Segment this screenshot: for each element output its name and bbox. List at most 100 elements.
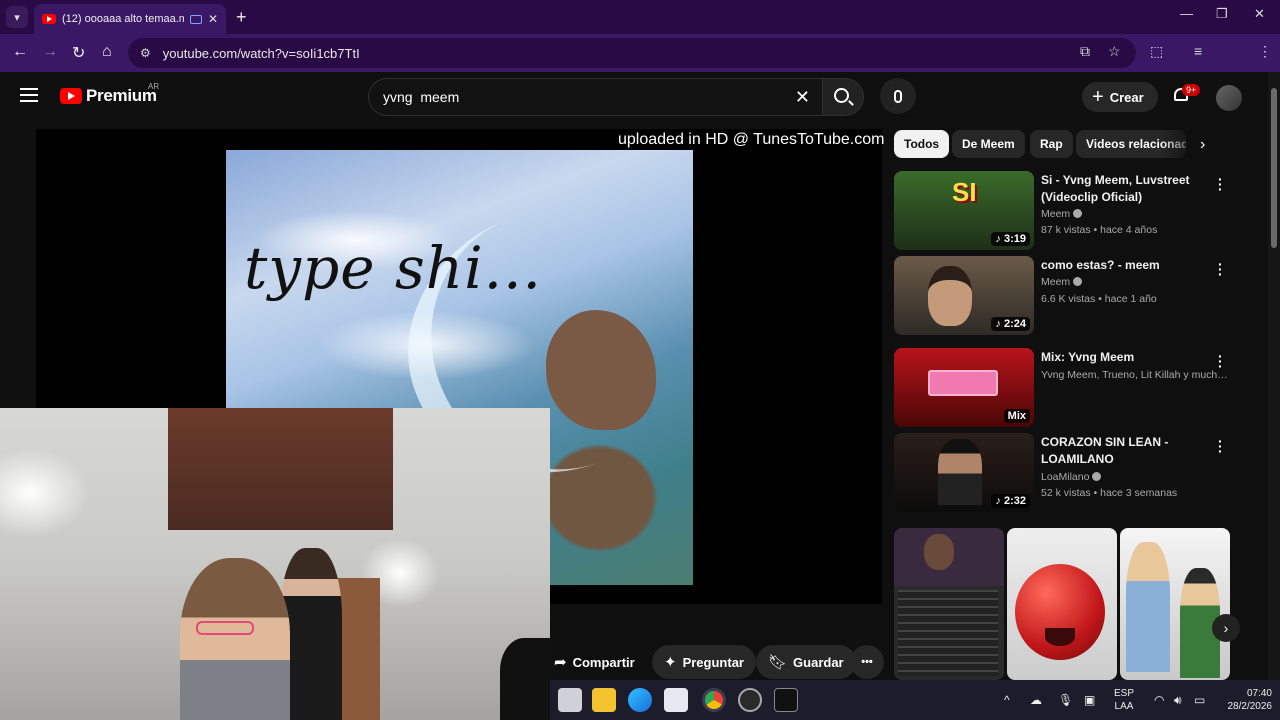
youtube-play-icon: [60, 88, 82, 104]
tab-search-button[interactable]: ▾: [6, 6, 28, 28]
chip-todos[interactable]: Todos: [894, 130, 950, 158]
youtube-favicon-icon: [42, 14, 56, 24]
store-icon[interactable]: [664, 688, 688, 712]
recommendation-item[interactable]: SI ♪ 3:19 Si - Yvng Meem, Luvstreet (Vid…: [894, 171, 1234, 251]
apple-mouth: [1045, 628, 1075, 646]
video-meta: 52 k vistas • hace 3 semanas: [1041, 487, 1178, 499]
minimize-button[interactable]: —: [1180, 6, 1193, 21]
ask-button[interactable]: ✦ Preguntar: [652, 645, 756, 679]
epic-games-icon[interactable]: [774, 688, 798, 712]
back-arrow-icon[interactable]: ←: [12, 43, 28, 61]
duration-badge: ♪ 2:32: [991, 494, 1030, 508]
file-explorer-icon[interactable]: [592, 688, 616, 712]
short-thumbnail[interactable]: [894, 528, 1004, 680]
search-icon: [834, 88, 849, 103]
share-arrow-icon: ➦: [554, 654, 567, 671]
account-avatar[interactable]: [1216, 85, 1242, 111]
thumbnail-face: [928, 266, 972, 326]
thumbnail-person: [938, 439, 982, 505]
chevron-right-icon[interactable]: ›: [1212, 614, 1240, 642]
clock-time: 07:40: [1246, 688, 1272, 699]
browser-tab[interactable]: (12) oooaaa alto temaa.mp ✕: [34, 4, 226, 34]
more-options-icon[interactable]: · · ·: [1218, 172, 1223, 196]
recommendation-item[interactable]: ♪ 2:24 como estas? - meem Meem 6.6 K vis…: [894, 256, 1234, 336]
youtube-logo[interactable]: Premium: [60, 86, 157, 106]
youtube-header: Premium AR yvng meem ✕ + Crear 9+: [0, 72, 1268, 126]
voice-search-button[interactable]: [880, 78, 916, 114]
more-options-icon[interactable]: · · ·: [1218, 349, 1223, 373]
windows-taskbar: ^ ☁ 🎙︎ ▣ ESP LAA ◠ 🔊︎ ▭ 07:40 28/2/2026: [550, 680, 1280, 720]
display-tray-icon[interactable]: ▣: [1084, 693, 1095, 707]
webcam-overlay: [0, 408, 550, 720]
video-thumbnail[interactable]: ♪ 2:24: [894, 256, 1034, 335]
forward-arrow-icon[interactable]: →: [42, 43, 58, 61]
search-input[interactable]: yvng meem ✕: [368, 78, 822, 116]
microphone-tray-icon[interactable]: 🎙︎: [1058, 693, 1073, 707]
cartoon-figure: [1126, 542, 1170, 672]
task-view-icon[interactable]: [558, 688, 582, 712]
tray-chevron-icon[interactable]: ^: [1004, 693, 1010, 707]
address-bar[interactable]: ⚙ youtube.com/watch?v=soIi1cb7TtI: [128, 38, 1136, 68]
page-scrollbar[interactable]: [1268, 72, 1280, 680]
dark-figure: [500, 638, 550, 720]
new-tab-button[interactable]: +: [236, 7, 247, 28]
chevron-right-icon[interactable]: ›: [1200, 136, 1205, 154]
onedrive-icon[interactable]: ☁: [1030, 693, 1042, 707]
maximize-button[interactable]: ❐: [1216, 6, 1228, 22]
media-control-icon[interactable]: ≡: [1194, 43, 1202, 59]
site-info-icon[interactable]: ⚙: [140, 46, 151, 60]
lang-code: ESP: [1114, 688, 1135, 699]
tab-close-icon[interactable]: ✕: [208, 12, 218, 26]
search-button[interactable]: [822, 78, 864, 116]
video-watermark: uploaded in HD @ TunesToTube.com: [618, 131, 885, 148]
url-text: youtube.com/watch?v=soIi1cb7TtI: [162, 45, 360, 61]
menu-icon[interactable]: [20, 88, 38, 102]
country-code: AR: [148, 82, 160, 91]
install-app-icon[interactable]: ⧉: [1080, 43, 1090, 60]
home-icon[interactable]: ⌂: [102, 43, 112, 61]
chip-de-meem[interactable]: De Meem: [952, 130, 1025, 158]
clock[interactable]: 07:40 28/2/2026: [1216, 687, 1273, 713]
logo-text: Premium: [86, 86, 157, 105]
chrome-icon[interactable]: [702, 688, 726, 712]
video-thumbnail[interactable]: Mix: [894, 348, 1034, 427]
share-button[interactable]: ➦ Compartir: [550, 645, 647, 679]
edge-icon[interactable]: [628, 688, 652, 712]
bookmark-icon: 🔖︎: [768, 654, 788, 671]
clear-search-icon[interactable]: ✕: [795, 87, 810, 108]
ask-label: Preguntar: [682, 654, 744, 670]
video-thumbnail[interactable]: SI ♪ 3:19: [894, 171, 1034, 250]
bookmark-star-icon[interactable]: ☆: [1108, 43, 1121, 60]
save-label: Guardar: [793, 654, 844, 670]
browser-menu-icon[interactable]: ⋮: [1258, 43, 1272, 60]
volume-icon[interactable]: 🔊︎: [1174, 693, 1182, 708]
search-query: yvng meem: [383, 89, 460, 105]
app-icon[interactable]: [738, 688, 762, 712]
scroll-thumb[interactable]: [1271, 88, 1277, 248]
person-foreground: [180, 558, 290, 720]
wifi-icon[interactable]: ◠: [1154, 693, 1164, 707]
more-actions-button[interactable]: •••: [850, 645, 884, 679]
video-thumbnail[interactable]: ♪ 2:32: [894, 433, 1034, 512]
extensions-icon[interactable]: ⬚: [1150, 43, 1163, 60]
more-options-icon[interactable]: · · ·: [1218, 257, 1223, 281]
reload-icon[interactable]: ↻: [72, 43, 85, 63]
short-face: [924, 534, 954, 570]
save-button[interactable]: 🔖︎ Guardar: [756, 645, 856, 679]
video-overlay-text: type shi...: [244, 234, 542, 302]
create-button[interactable]: + Crear: [1082, 82, 1158, 112]
short-text-lines: [898, 590, 998, 676]
battery-icon[interactable]: ▭: [1194, 693, 1205, 707]
short-thumbnail[interactable]: [1007, 528, 1117, 680]
notification-badge: 9+: [1182, 84, 1201, 96]
recommendation-item[interactable]: ♪ 2:32 CORAZON SIN LEAN - LOAMILANO LoaM…: [894, 433, 1234, 513]
close-window-button[interactable]: ✕: [1254, 6, 1265, 22]
chip-rap[interactable]: Rap: [1030, 130, 1073, 158]
language-indicator[interactable]: ESP LAA: [1114, 687, 1134, 713]
recommendation-item[interactable]: Mix Mix: Yvng Meem Yvng Meem, Trueno, Li…: [894, 348, 1234, 428]
short-thumbnail[interactable]: [1120, 528, 1230, 680]
lang-layout: LAA: [1114, 701, 1134, 712]
browser-tab-bar: ▾ (12) oooaaa alto temaa.mp ✕ + — ❐ ✕: [0, 0, 1280, 34]
cast-icon: [189, 14, 202, 24]
more-options-icon[interactable]: · · ·: [1218, 434, 1223, 458]
